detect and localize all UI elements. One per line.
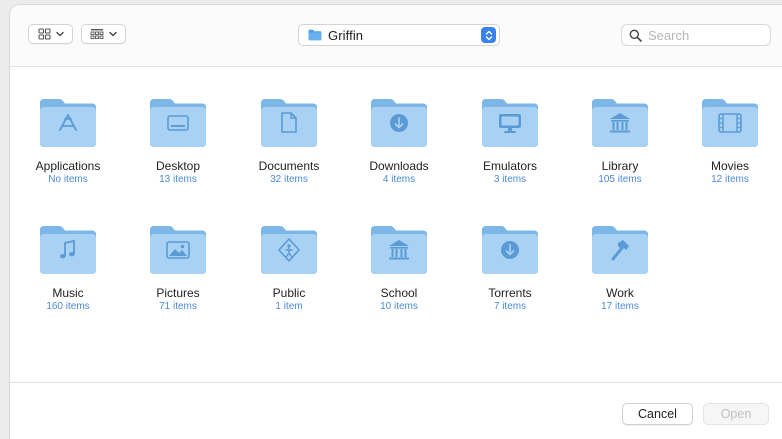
folder-item-count: 71 items	[159, 301, 197, 312]
folder-item-count: 1 item	[275, 301, 303, 312]
folder-item-count: 17 items	[601, 301, 639, 312]
folder-name: Movies	[710, 159, 749, 173]
folder-item-count: 4 items	[382, 174, 416, 185]
download-icon	[501, 241, 519, 259]
folder-name: Library	[601, 159, 639, 173]
folder-icon	[592, 226, 648, 274]
folder-icon	[482, 226, 538, 274]
folder-item-count: 160 items	[46, 301, 90, 312]
download-icon	[390, 114, 408, 132]
folder-icon	[371, 226, 427, 274]
chevron-down-icon	[109, 31, 117, 37]
folder-work[interactable]: Work 17 items	[570, 224, 670, 313]
folder-name: Torrents	[488, 286, 532, 300]
location-popup[interactable]: Griffin	[298, 24, 500, 46]
folder-icon	[261, 99, 317, 147]
updown-stepper-icon	[481, 27, 496, 43]
folder-icon	[261, 226, 317, 274]
folder-item-count: 7 items	[493, 301, 527, 312]
folder-icon	[371, 99, 427, 147]
folder-applications[interactable]: Applications No items	[18, 97, 118, 186]
folder-documents[interactable]: Documents 32 items	[239, 97, 339, 186]
folder-name: Desktop	[155, 159, 201, 173]
folder-desktop[interactable]: Desktop 13 items	[128, 97, 228, 186]
folder-movies[interactable]: Movies 12 items	[680, 97, 780, 186]
folder-item-count: 3 items	[493, 174, 527, 185]
search-icon	[629, 29, 642, 42]
folder-name: Applications	[35, 159, 101, 173]
dialog-footer: Cancel Open	[10, 382, 782, 439]
folder-pictures[interactable]: Pictures 71 items	[128, 224, 228, 313]
folder-name: Public	[272, 286, 306, 300]
folder-icon	[592, 99, 648, 147]
folder-icon	[150, 99, 206, 147]
folder-name: School	[380, 286, 418, 300]
folder-icon	[308, 29, 322, 41]
folder-icon	[40, 99, 96, 147]
icon-grid-icon	[37, 28, 51, 40]
folder-icon	[40, 226, 96, 274]
gallery-grid-icon	[90, 29, 104, 39]
location-label: Griffin	[328, 27, 364, 43]
search-input[interactable]	[648, 27, 758, 43]
folder-torrents[interactable]: Torrents 7 items	[460, 224, 560, 313]
search-field[interactable]	[621, 24, 771, 46]
folder-public[interactable]: Public 1 item	[239, 224, 339, 313]
folder-icon	[482, 99, 538, 147]
cancel-button[interactable]: Cancel	[622, 403, 693, 425]
folder-emulators[interactable]: Emulators 3 items	[460, 97, 560, 186]
chevron-down-icon	[55, 31, 64, 37]
folder-item-count: 32 items	[270, 174, 308, 185]
folder-icon	[702, 99, 758, 147]
folder-music[interactable]: Music 160 items	[18, 224, 118, 313]
toolbar: Griffin	[10, 5, 782, 67]
folder-item-count: 13 items	[159, 174, 197, 185]
file-open-dialog: Griffin ApplicationsNo itemsDesktop13 it…	[10, 5, 782, 439]
open-button[interactable]: Open	[703, 403, 769, 425]
folder-item-count: 10 items	[380, 301, 418, 312]
folder-grid: Applications No items Desktop 13 items Docum…	[10, 67, 782, 382]
folder-school[interactable]: School 10 items	[349, 224, 449, 313]
folder-library[interactable]: Library 105 items	[570, 97, 670, 186]
view-icons-button[interactable]	[28, 24, 73, 44]
folder-name: Emulators	[482, 159, 538, 173]
folder-name: Music	[52, 286, 84, 300]
folder-item-count: 105 items	[598, 174, 642, 185]
folder-downloads[interactable]: Downloads 4 items	[349, 97, 449, 186]
folder-name: Documents	[258, 159, 320, 173]
folder-name: Work	[606, 286, 634, 300]
view-groups-button[interactable]	[81, 24, 126, 44]
folder-name: Pictures	[156, 286, 200, 300]
folder-name: Downloads	[369, 159, 429, 173]
folder-item-count: No items	[48, 174, 88, 185]
folder-icon	[150, 226, 206, 274]
folder-item-count: 12 items	[711, 174, 749, 185]
